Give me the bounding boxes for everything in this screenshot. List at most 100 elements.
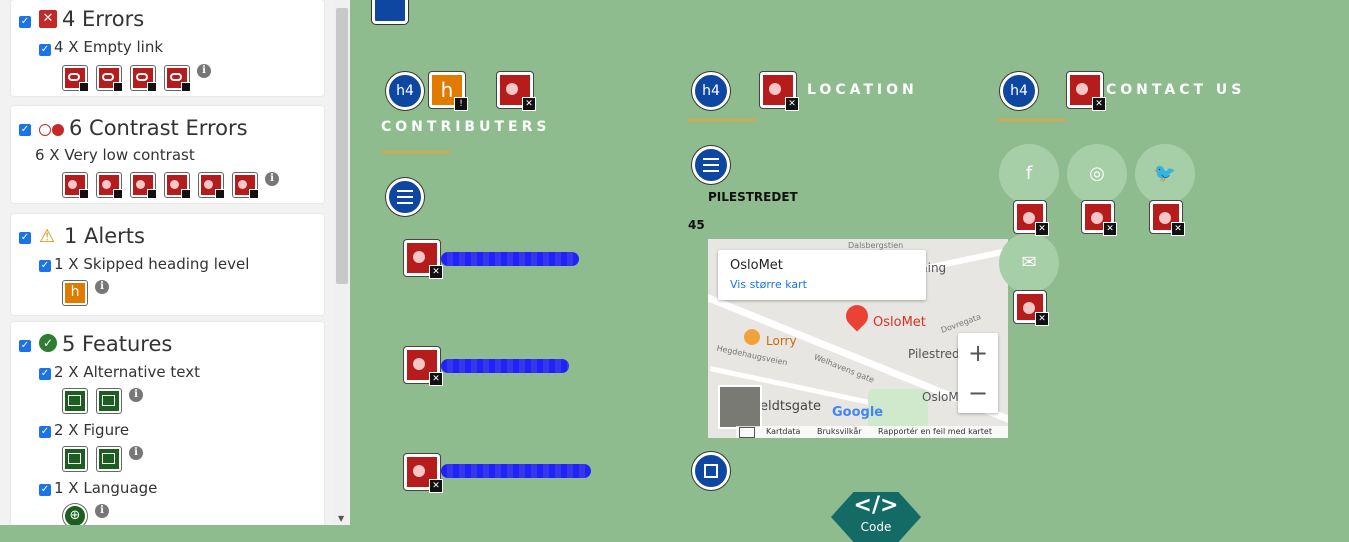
panel-scroll-thumb[interactable] [336,8,348,284]
skipped-heading-label: 1 X Skipped heading level [54,255,250,273]
alerts-card: ✓ ⚠ 1 Alerts ✓ 1 X Skipped heading level… [11,214,324,315]
language-label: 1 X Language [54,479,158,497]
iframe-icon[interactable] [692,452,730,490]
skipped-heading-alert-icon[interactable]: h [429,72,468,111]
empty-link-error-icon[interactable] [404,454,443,493]
map-zoom-control: + − [958,333,998,413]
popup-title: OsloMet [730,258,783,273]
alt-text-icon[interactable] [63,389,87,413]
low-contrast-icon[interactable] [63,173,89,199]
alt-text-checkbox[interactable]: ✓ [39,368,51,380]
empty-link-error-icon[interactable] [1082,201,1117,236]
list-icon[interactable] [386,178,424,216]
map-footer: Kartdata Bruksvilkår Rapportér en feil m… [736,426,1008,438]
contrast-card: ✓ 6 Contrast Errors 6 X Very low contras… [11,106,324,203]
low-contrast-icon[interactable] [233,173,259,199]
low-contrast-icon[interactable] [97,173,123,199]
contact-heading: CONTACT US [1106,82,1246,98]
low-contrast-icon[interactable] [199,173,225,199]
empty-link-icon[interactable] [63,66,89,92]
accessibility-panel: ✓ ✕ 4 Errors ✓ 4 X Empty link i ✓ 6 Cont… [0,0,350,525]
errors-card: ✓ ✕ 4 Errors ✓ 4 X Empty link i [11,0,324,96]
info-icon[interactable]: i [129,446,143,460]
contact-underline [997,119,1066,121]
location-heading: LOCATION [807,82,918,98]
zoom-out-button[interactable]: − [958,373,998,413]
alerts-checkbox[interactable]: ✓ [19,232,31,244]
info-icon[interactable]: i [265,172,279,186]
contrast-error-icon[interactable] [497,72,536,111]
features-title: 5 Features [62,332,173,356]
figure-label: 2 X Figure [54,421,130,439]
info-icon[interactable]: i [95,504,109,518]
page-badge-icon[interactable] [372,0,408,24]
error-x-icon: ✕ [39,10,57,28]
contrast-icon [39,124,65,136]
lorry-pin-icon [744,329,760,345]
h4-heading-icon[interactable]: h4 [692,72,730,110]
empty-link-icon[interactable] [131,66,157,92]
info-icon[interactable]: i [95,280,109,294]
map-footer-report[interactable]: Rapportér en feil med kartet [878,427,992,436]
figure-checkbox[interactable]: ✓ [39,426,51,438]
redacted-name [441,464,591,478]
map-footer-data[interactable]: Kartdata [766,427,800,436]
list-icon[interactable] [692,146,730,184]
popup-link[interactable]: Vis større kart [730,278,807,291]
check-circle-icon: ✓ [39,334,57,352]
low-contrast-icon[interactable] [165,173,191,199]
skipped-heading-checkbox[interactable]: ✓ [39,260,51,272]
twitter-icon[interactable]: 🐦 [1135,144,1195,204]
contrast-title: 6 Contrast Errors [69,116,248,140]
contrast-checkbox[interactable]: ✓ [19,124,31,136]
info-icon[interactable]: i [129,388,143,402]
empty-link-error-icon[interactable] [404,240,443,279]
satellite-thumbnail[interactable] [718,385,762,429]
map-street-label: eldtsgate [760,399,822,414]
map-label-lorry: Lorry [766,334,797,348]
map-footer-terms[interactable]: Bruksvilkår [817,427,862,436]
low-contrast-icon[interactable] [131,173,157,199]
instagram-icon[interactable]: ◎ [1067,144,1127,204]
map-street-label: Dovregata [939,312,983,335]
redacted-name [441,252,579,266]
street-name: PILESTREDET [708,190,798,204]
keyboard-icon[interactable] [739,427,755,438]
low-contrast-label: 6 X Very low contrast [35,146,195,164]
code-label: Code [860,520,892,534]
mail-icon[interactable]: ✉ [999,233,1059,293]
empty-link-error-icon[interactable] [1014,291,1049,326]
globe-icon[interactable]: ⊕ [63,504,87,525]
contributers-heading: CONTRIBUTERS [381,119,551,135]
empty-link-error-icon[interactable] [1150,201,1185,236]
figure-icon[interactable] [97,447,121,471]
errors-title: 4 Errors [62,7,145,31]
figure-icon[interactable] [63,447,87,471]
empty-link-checkbox[interactable]: ✓ [39,44,51,56]
skipped-heading-icon[interactable]: h [63,281,87,305]
h4-heading-icon[interactable]: h4 [386,72,424,110]
features-checkbox[interactable]: ✓ [19,340,31,352]
errors-checkbox[interactable]: ✓ [19,16,31,28]
empty-link-error-icon[interactable] [1014,201,1049,236]
zoom-in-button[interactable]: + [958,333,998,373]
language-checkbox[interactable]: ✓ [39,484,51,496]
redacted-name [441,359,569,373]
h4-heading-icon[interactable]: h4 [1000,72,1038,110]
facebook-icon[interactable]: f [999,144,1059,204]
alerts-title: 1 Alerts [64,224,145,248]
alt-text-icon[interactable] [97,389,121,413]
map-street-label: Dalsbergstien [848,241,904,250]
contrast-error-icon[interactable] [1067,72,1106,111]
street-number: 45 [688,218,705,232]
empty-link-label: 4 X Empty link [54,38,164,56]
empty-link-icon[interactable] [165,66,191,92]
scroll-down-arrow-icon[interactable]: ▼ [338,514,344,523]
empty-link-icon[interactable] [97,66,123,92]
info-icon[interactable]: i [197,64,211,78]
features-card: ✓ ✓ 5 Features ✓ 2 X Alternative text i … [11,322,324,525]
map-marker-label: OsloMet [873,315,926,330]
contrast-error-icon[interactable] [760,72,799,111]
empty-link-error-icon[interactable] [404,347,443,386]
map-info-popup: OsloMet Vis større kart [718,250,926,300]
